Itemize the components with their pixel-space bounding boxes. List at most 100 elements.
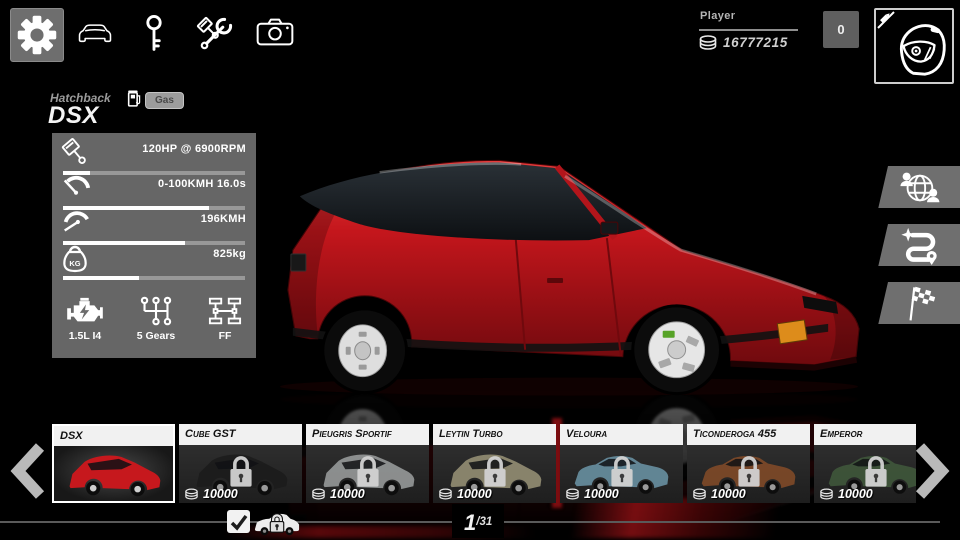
reflection-glow — [554, 498, 824, 538]
spec-engine: 1.5L I4 — [66, 296, 104, 342]
spec-drivetrain-label: FF — [219, 330, 232, 342]
car-card-name: Pieugris Sportif — [306, 424, 429, 445]
vehicle-preview — [260, 138, 878, 396]
spec-drivetrain: FF — [208, 296, 242, 342]
garage-button[interactable] — [76, 22, 114, 53]
car-card-preview: 10000 — [687, 445, 810, 503]
keys-button[interactable] — [142, 14, 166, 61]
stat-top-speed-bar — [63, 241, 245, 245]
player-name-label: Player — [700, 10, 735, 22]
coins-icon — [565, 488, 580, 500]
key-icon — [142, 14, 166, 56]
coins-icon — [184, 488, 199, 500]
coins-icon — [692, 488, 707, 500]
car-card-name: DSX — [54, 426, 173, 446]
car-price: 10000 — [438, 487, 492, 501]
spec-engine-label: 1.5L I4 — [69, 330, 102, 342]
stat-weight-bar — [63, 276, 245, 280]
tuning-button[interactable] — [193, 13, 237, 62]
check-icon — [228, 511, 250, 533]
globe-users-icon — [899, 169, 941, 207]
carousel-page-indicator: 1 / 31 — [452, 504, 504, 538]
stat-acceleration-value: 0-100KMH 16.0s — [158, 178, 246, 190]
engine-icon — [66, 296, 104, 326]
lock-icon — [226, 453, 256, 491]
credits-value: 16777215 — [723, 35, 788, 50]
chevron-right-icon — [912, 442, 952, 500]
drivetrain-icon — [208, 296, 242, 326]
stat-power-value: 120HP @ 6900RPM — [142, 143, 246, 155]
car-card-veloura[interactable]: Veloura 10000 — [560, 424, 683, 503]
spec-gearbox: 5 Gears — [137, 296, 176, 342]
career-mode-button[interactable] — [878, 224, 960, 266]
race-button[interactable] — [878, 282, 960, 324]
edit-pencil-icon — [877, 11, 899, 33]
vehicle-stats-panel: 120HP @ 6900RPM 0-100KMH 16.0s 196KMH — [52, 133, 256, 358]
lock-icon — [353, 453, 383, 491]
car-card-ticonderoga-455[interactable]: Ticonderoga 455 10000 — [687, 424, 810, 503]
car-price: 10000 — [565, 487, 619, 501]
svg-text:KG: KG — [69, 259, 80, 268]
car-card-name: Ticonderoga 455 — [687, 424, 810, 445]
coins-icon — [698, 35, 718, 50]
weight-icon: KG — [60, 242, 90, 274]
car-card-name: Cube GST — [179, 424, 302, 445]
car-card-preview — [54, 446, 173, 501]
gear-icon — [16, 14, 58, 56]
route-icon — [899, 227, 941, 265]
locked-cars-icon — [253, 511, 301, 540]
camera-icon — [256, 17, 294, 47]
car-card-leytin-turbo[interactable]: Leytin Turbo 10000 — [433, 424, 556, 503]
lock-icon — [861, 453, 891, 491]
car-card-name: Emperor — [814, 424, 916, 445]
stat-top-speed-value: 196KMH — [201, 213, 246, 225]
tools-icon — [193, 13, 237, 57]
page-current: 1 — [464, 508, 476, 538]
notification-counter: 0 — [823, 11, 859, 48]
vehicle-specs: 1.5L I4 5 Gears — [66, 296, 242, 342]
checkered-flag-icon — [899, 285, 941, 325]
car-card-preview: 10000 — [433, 445, 556, 503]
carousel-next-button[interactable] — [912, 442, 952, 505]
car-card-emperor[interactable]: Emperor 10000 — [814, 424, 916, 503]
coins-icon — [819, 488, 834, 500]
lock-icon — [480, 453, 510, 491]
game-screen: Player 16777215 0 Hatchback — [0, 0, 960, 540]
car-card-pieugris-sportif[interactable]: Pieugris Sportif 10000 — [306, 424, 429, 503]
coins-icon — [311, 488, 326, 500]
car-card-preview: 10000 — [179, 445, 302, 503]
lock-icon — [734, 453, 764, 491]
settings-button[interactable] — [10, 8, 64, 62]
car-card-preview: 10000 — [814, 445, 916, 503]
coins-icon — [438, 488, 453, 500]
online-mode-button[interactable] — [878, 166, 960, 208]
photo-mode-button[interactable] — [256, 17, 294, 52]
spec-gearbox-label: 5 Gears — [137, 330, 176, 342]
car-card-name: Veloura — [560, 424, 683, 445]
player-divider — [699, 29, 798, 31]
stat-weight-value: 825kg — [213, 248, 246, 260]
fuel-type-badge: Gas — [145, 92, 184, 109]
show-locked-checkbox[interactable] — [227, 510, 250, 533]
car-card-name: Leytin Turbo — [433, 424, 556, 445]
car-price: 10000 — [311, 487, 365, 501]
profile-button[interactable] — [874, 8, 954, 84]
page-total: 31 — [479, 507, 492, 538]
player-credits: 16777215 — [698, 35, 788, 50]
car-card-preview: 10000 — [560, 445, 683, 503]
car-price: 10000 — [819, 487, 873, 501]
chevron-left-icon — [8, 442, 48, 500]
car-card-dsx[interactable]: DSX — [52, 424, 175, 503]
lock-icon — [607, 453, 637, 491]
vehicle-name: DSX — [48, 102, 99, 130]
car-icon — [76, 22, 114, 48]
accelerometer-icon — [60, 172, 92, 202]
fuel-pump-icon — [127, 90, 142, 113]
speedometer-icon — [60, 207, 92, 237]
car-carousel: DSX Cube GST 10000 Pieugris Spor — [52, 424, 916, 504]
car-card-cube-gst[interactable]: Cube GST 10000 — [179, 424, 302, 503]
piston-icon — [60, 137, 92, 169]
car-price: 10000 — [692, 487, 746, 501]
car-price: 10000 — [184, 487, 238, 501]
carousel-prev-button[interactable] — [8, 442, 48, 505]
